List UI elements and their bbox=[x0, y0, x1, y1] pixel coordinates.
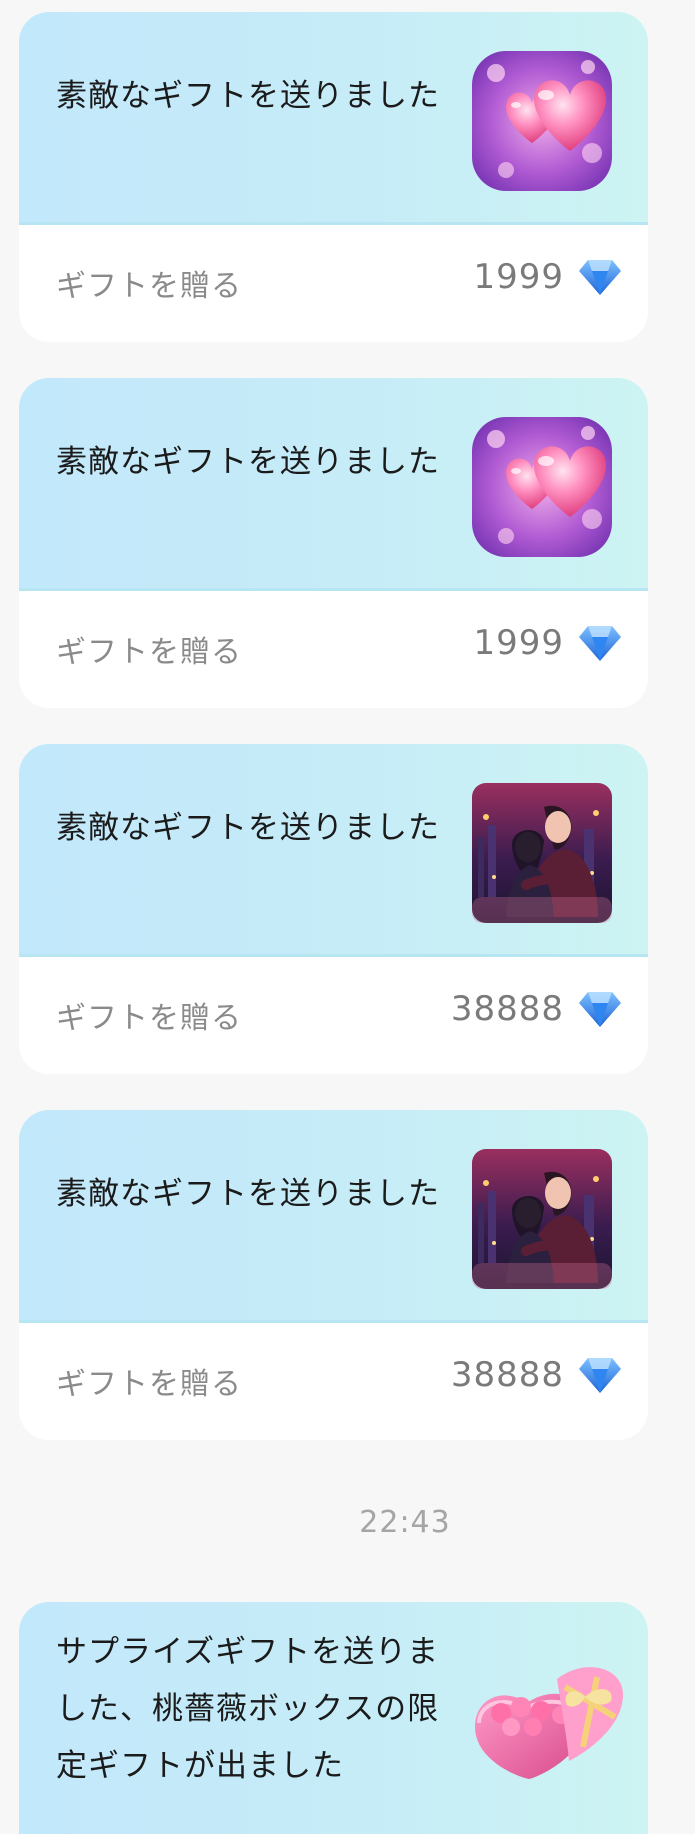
gift-card-footer: ギフトを贈る 1999 bbox=[19, 591, 648, 708]
send-gift-button[interactable]: ギフトを贈る bbox=[56, 261, 242, 305]
send-gift-button[interactable]: ギフトを贈る bbox=[56, 627, 242, 671]
gift-price: 38888 bbox=[451, 1355, 622, 1395]
gift-card-header: 素敵なギフトを送りました bbox=[19, 378, 648, 591]
gift-card[interactable]: 素敵なギフトを送りました ギフトを贈る 38888 bbox=[19, 744, 648, 1074]
gift-card-footer: ギフトを贈る 1999 bbox=[19, 225, 648, 342]
diamond-icon bbox=[579, 1358, 621, 1393]
price-value: 38888 bbox=[450, 989, 564, 1029]
gift-message: 素敵なギフトを送りました bbox=[56, 444, 440, 480]
price-value: 1999 bbox=[473, 623, 564, 663]
price-value: 38888 bbox=[450, 1355, 564, 1395]
diamond-icon bbox=[579, 260, 621, 295]
gift-card-header: 素敵なギフトを送りました bbox=[19, 12, 648, 225]
couple-embrace-gift-icon bbox=[472, 783, 612, 923]
gift-card-header: 素敵なギフトを送りました bbox=[19, 744, 648, 957]
couple-embrace-gift-icon bbox=[472, 1149, 612, 1289]
message-timestamp: 22:43 bbox=[359, 1505, 451, 1540]
diamond-icon bbox=[579, 626, 621, 661]
chat-feed: 素敵なギフトを送りました ギフトを贈る 1999 素敵なギフトを送りました ギフ… bbox=[0, 0, 695, 1834]
pink-hearts-gift-icon bbox=[472, 51, 612, 191]
surprise-gift-card[interactable]: サプライズギフトを送りました、桃薔薇ボックスの限定ギフトが出ました bbox=[19, 1602, 648, 1834]
gift-card[interactable]: 素敵なギフトを送りました ギフトを贈る 1999 bbox=[19, 12, 648, 342]
gift-card-header: 素敵なギフトを送りました bbox=[19, 1110, 648, 1323]
send-gift-button[interactable]: ギフトを贈る bbox=[56, 993, 242, 1037]
send-gift-button[interactable]: ギフトを贈る bbox=[56, 1359, 242, 1403]
gift-card-footer: ギフトを贈る 38888 bbox=[19, 957, 648, 1074]
gift-message: 素敵なギフトを送りました bbox=[56, 810, 440, 846]
gift-card[interactable]: 素敵なギフトを送りました ギフトを贈る 1999 bbox=[19, 378, 648, 708]
diamond-icon bbox=[579, 992, 621, 1027]
pink-hearts-gift-icon bbox=[472, 417, 612, 557]
gift-message: 素敵なギフトを送りました bbox=[56, 1176, 440, 1212]
price-value: 1999 bbox=[473, 257, 564, 297]
surprise-gift-message: サプライズギフトを送りました、桃薔薇ボックスの限定ギフトが出ました bbox=[56, 1634, 440, 1784]
gift-card-footer: ギフトを贈る 38888 bbox=[19, 1323, 648, 1440]
gift-message: 素敵なギフトを送りました bbox=[56, 78, 440, 114]
gift-price: 38888 bbox=[451, 989, 622, 1029]
rose-heart-box-icon bbox=[475, 1667, 624, 1779]
gift-price: 1999 bbox=[473, 257, 622, 297]
gift-price: 1999 bbox=[473, 623, 622, 663]
gift-card[interactable]: 素敵なギフトを送りました ギフトを贈る 38888 bbox=[19, 1110, 648, 1440]
